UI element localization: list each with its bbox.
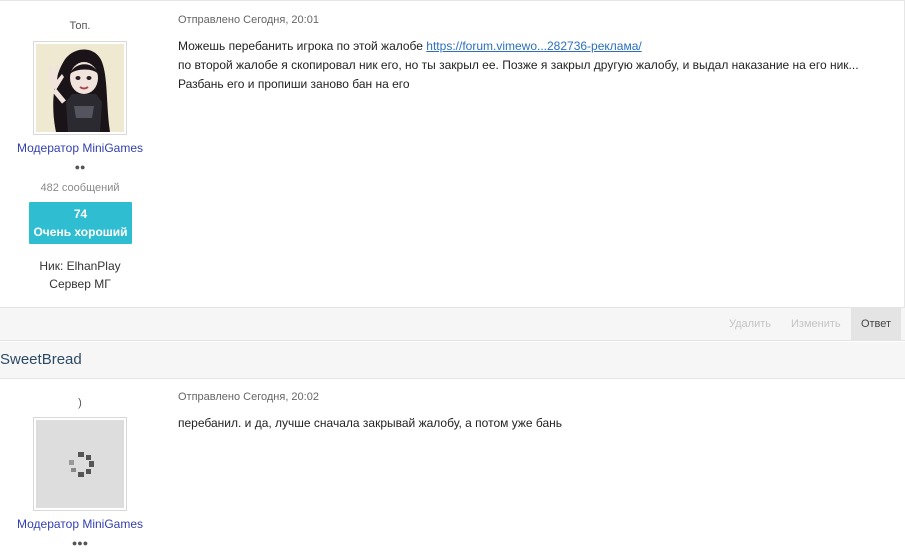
rank-pips: ●● xyxy=(74,162,86,172)
delete-button[interactable]: Удалить xyxy=(729,308,771,341)
custom-field-nick: Ник: ElhanPlay xyxy=(39,259,121,273)
post-body: перебанил. и да, лучше сначала закрывай … xyxy=(178,416,563,430)
avatar-image xyxy=(36,44,124,132)
avatar-picture-icon xyxy=(36,44,124,132)
reputation-value: 74 xyxy=(73,207,88,221)
user-group[interactable]: Модератор MiniGames xyxy=(0,141,160,155)
rank-pips: ●●● xyxy=(71,538,89,548)
post-date: Отправлено Сегодня, 20:01 xyxy=(178,14,319,26)
author-name-link[interactable]: SweetBread xyxy=(0,351,82,368)
avatar-image xyxy=(36,420,124,508)
post-2: ) Модератор MiniGames ●●● Отправлено Сег… xyxy=(0,380,905,556)
reputation-badge[interactable]: 74 Очень хороший xyxy=(29,202,132,244)
post-controls: Удалить Изменить Ответ xyxy=(0,307,905,341)
reputation-label: Очень хороший xyxy=(33,225,128,239)
user-group[interactable]: Модератор MiniGames xyxy=(0,517,160,531)
edit-button[interactable]: Изменить xyxy=(791,308,841,341)
custom-field-server: Сервер МГ xyxy=(49,277,111,291)
post-body: Можешь перебанить игрока по этой жалобе … xyxy=(178,37,878,94)
user-title: ) xyxy=(78,397,82,409)
post-author-header: SweetBread xyxy=(0,342,905,379)
avatar[interactable] xyxy=(33,41,127,135)
user-title: Топ. xyxy=(69,20,91,32)
post-line-3: Разбань его и пропиши заново бан на его xyxy=(178,77,410,91)
post-line-2: по второй жалобе я скопировал ник его, н… xyxy=(178,58,859,72)
post-line-1-text: Можешь перебанить игрока по этой жалобе xyxy=(178,39,427,53)
loading-spinner-icon xyxy=(36,420,124,508)
post-line-1: Можешь перебанить игрока по этой жалобе … xyxy=(178,37,878,56)
reply-button[interactable]: Ответ xyxy=(851,308,901,341)
post-count: 482 сообщений xyxy=(40,182,120,194)
post-1: Топ. Модератор MiniGames ●● 482 сообщени… xyxy=(0,0,905,307)
post-date: Отправлено Сегодня, 20:02 xyxy=(178,391,319,403)
complaint-link[interactable]: https://forum.vimewo...282736-реклама/ xyxy=(426,39,641,53)
avatar[interactable] xyxy=(33,417,127,511)
